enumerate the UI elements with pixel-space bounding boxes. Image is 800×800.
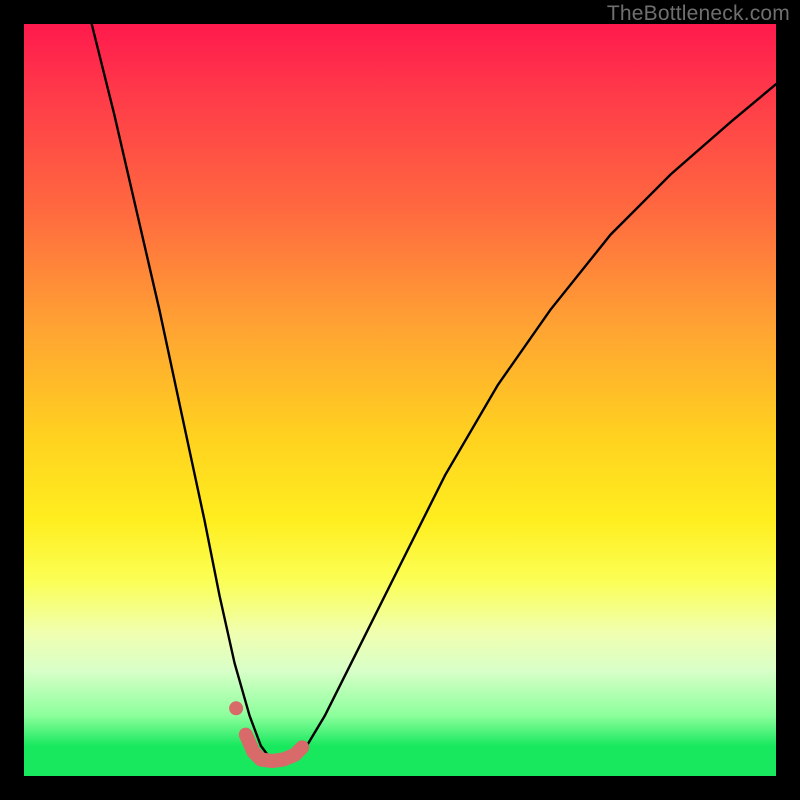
trough-marker (246, 735, 302, 761)
trough-dot (229, 701, 243, 715)
bottleneck-curve (92, 24, 776, 761)
chart-plot-area (24, 24, 776, 776)
bottleneck-curve-svg (24, 24, 776, 776)
watermark-text: TheBottleneck.com (607, 2, 790, 26)
